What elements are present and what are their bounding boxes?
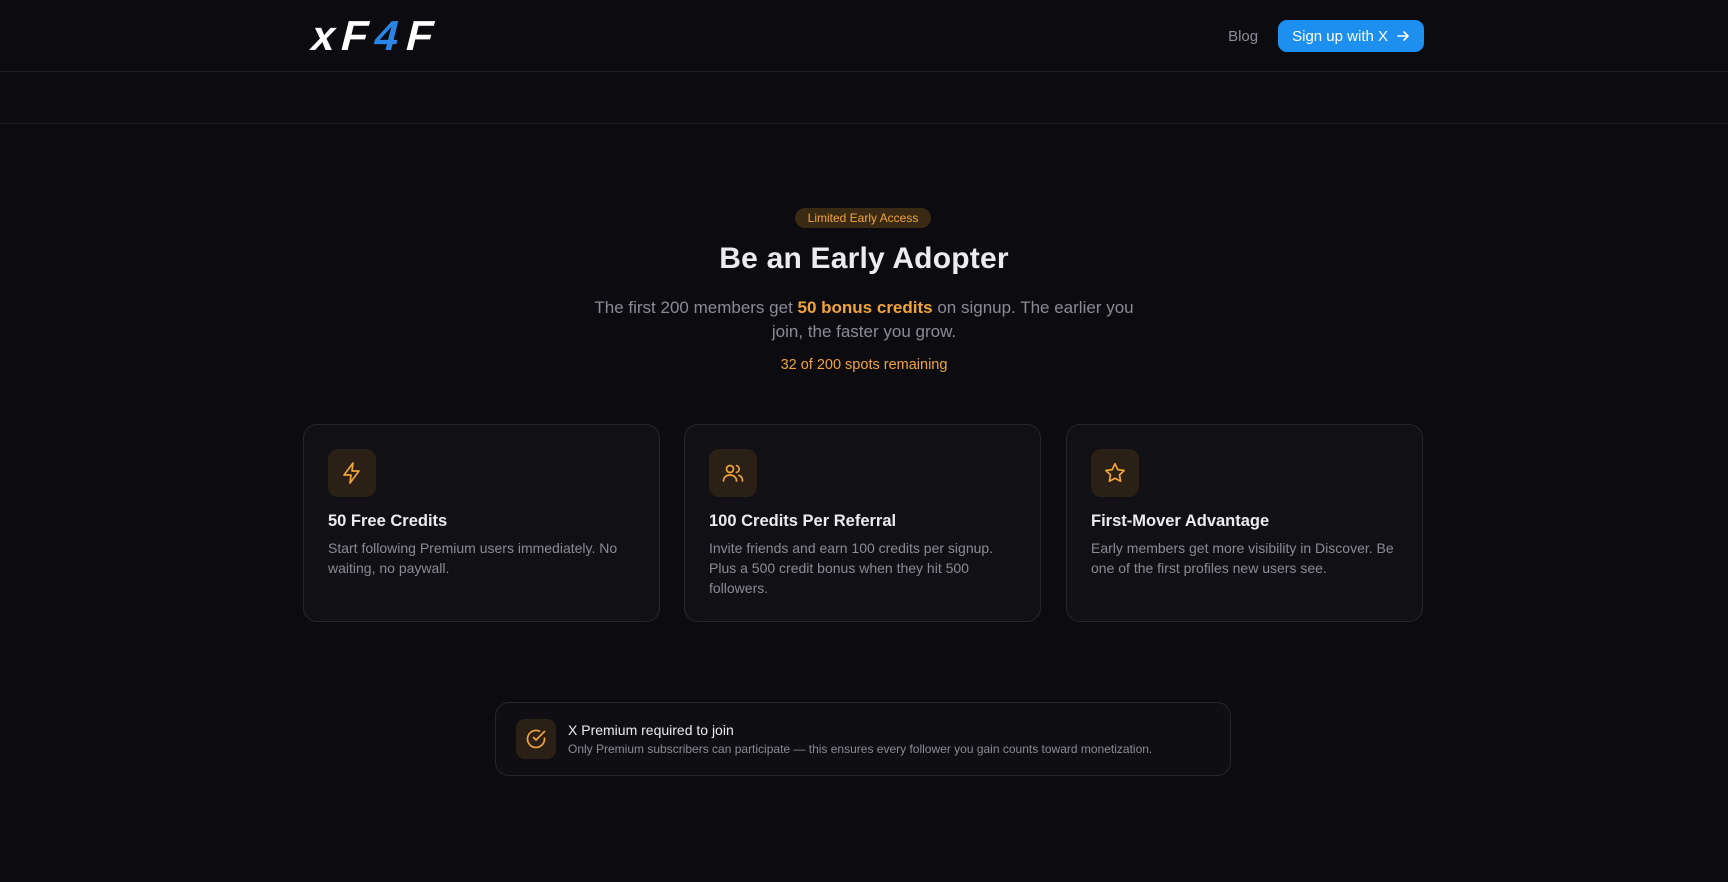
nav-link-blog[interactable]: Blog (1228, 28, 1258, 45)
card-title: 100 Credits Per Referral (709, 512, 897, 530)
card-icon-wrap (709, 449, 757, 497)
feature-card-referral: 100 Credits Per Referral Invite friends … (684, 424, 1041, 622)
card-icon-wrap (1091, 449, 1139, 497)
notice-subtitle: Only Premium subscribers can participate… (568, 742, 1153, 756)
svg-text:F: F (401, 17, 438, 55)
site-header: x F 4 F Blog Sign up with X (0, 0, 1728, 72)
notice-title: X Premium required to join (568, 722, 734, 738)
page: x F 4 F Blog Sign up with X Limited Earl… (0, 0, 1728, 882)
sign-up-button-label: Sign up with X (1292, 27, 1388, 45)
hero-title: Be an Early Adopter (719, 242, 1009, 275)
card-description: Invite friends and earn 100 credits per … (709, 540, 994, 596)
check-circle-icon (526, 729, 546, 749)
header-inner: x F 4 F Blog Sign up with X (303, 0, 1424, 72)
card-description: Early members get more visibility in Dis… (1091, 540, 1394, 576)
notice-text: X Premium required to join Only Premium … (568, 722, 1152, 756)
feature-card-first-mover: First-Mover Advantage Early members get … (1066, 424, 1423, 622)
arrow-right-icon (1397, 31, 1409, 41)
header-nav: Blog Sign up with X (1228, 20, 1424, 52)
limited-access-badge: Limited Early Access (795, 208, 931, 228)
spots-remaining: 32 of 200 spots remaining (780, 357, 948, 373)
logo[interactable]: x F 4 F (303, 16, 469, 56)
card-title: First-Mover Advantage (1091, 512, 1270, 530)
svg-text:x: x (306, 17, 341, 55)
card-icon-wrap (328, 449, 376, 497)
hero-subtitle: The first 200 members get 50 bonus credi… (584, 296, 1144, 344)
star-icon (1105, 462, 1125, 483)
feature-card-free-credits: 50 Free Credits Start following Premium … (303, 424, 660, 622)
premium-required-notice: X Premium required to join Only Premium … (495, 702, 1231, 776)
header-substrip (0, 72, 1728, 124)
notice-icon-wrap (516, 719, 556, 759)
card-description: Start following Premium users immediatel… (328, 540, 618, 576)
card-title: 50 Free Credits (328, 512, 448, 530)
bonus-credits-highlight: 50 bonus credits (797, 298, 933, 317)
svg-text:F: F (336, 17, 373, 55)
subtitle-text-before: The first 200 members get (594, 298, 798, 317)
xf4f-logo-icon: x F 4 F (306, 17, 438, 55)
svg-text:4: 4 (369, 17, 404, 55)
sign-up-with-x-button[interactable]: Sign up with X (1278, 20, 1424, 52)
users-icon (722, 464, 744, 482)
lightning-icon (343, 462, 360, 484)
